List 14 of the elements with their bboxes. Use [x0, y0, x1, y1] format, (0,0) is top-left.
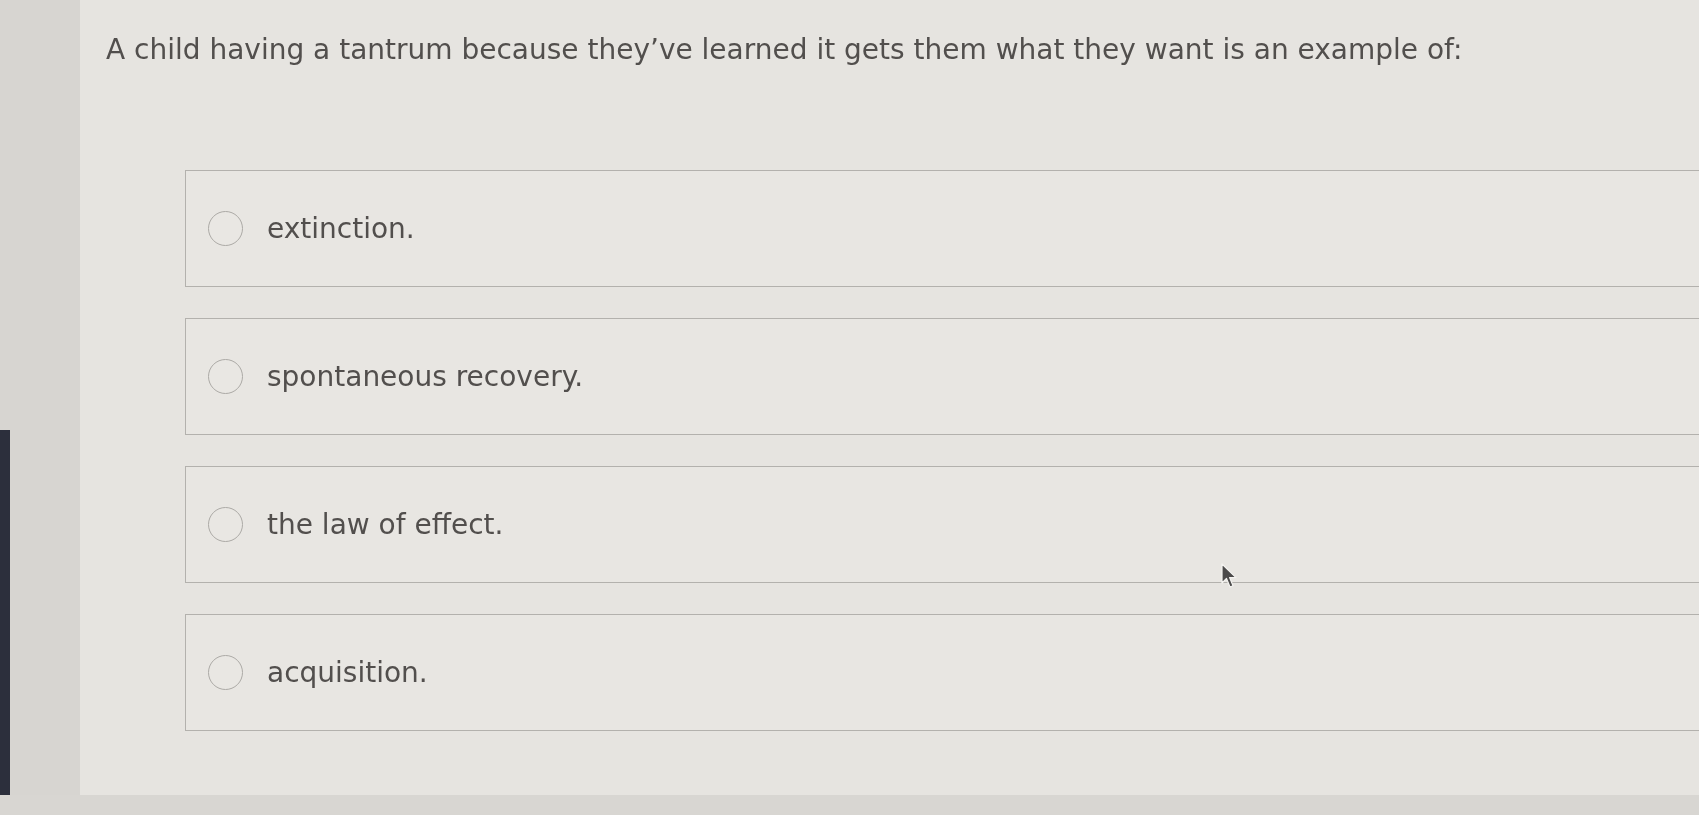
radio-button[interactable]: [208, 507, 243, 542]
answer-option[interactable]: the law of effect.: [185, 466, 1699, 583]
mouse-cursor-icon: [1221, 563, 1237, 589]
answer-text: spontaneous recovery.: [267, 358, 584, 395]
radio-button[interactable]: [208, 655, 243, 690]
radio-button[interactable]: [208, 211, 243, 246]
answer-text: acquisition.: [267, 654, 428, 691]
answer-option[interactable]: extinction.: [185, 170, 1699, 287]
answer-option[interactable]: acquisition.: [185, 614, 1699, 731]
answer-text: the law of effect.: [267, 506, 504, 543]
answer-option[interactable]: spontaneous recovery.: [185, 318, 1699, 435]
question-text: A child having a tantrum because they’ve learned it gets them what they want is an example of:: [106, 32, 1463, 68]
answer-text: extinction.: [267, 210, 415, 247]
radio-button[interactable]: [208, 359, 243, 394]
